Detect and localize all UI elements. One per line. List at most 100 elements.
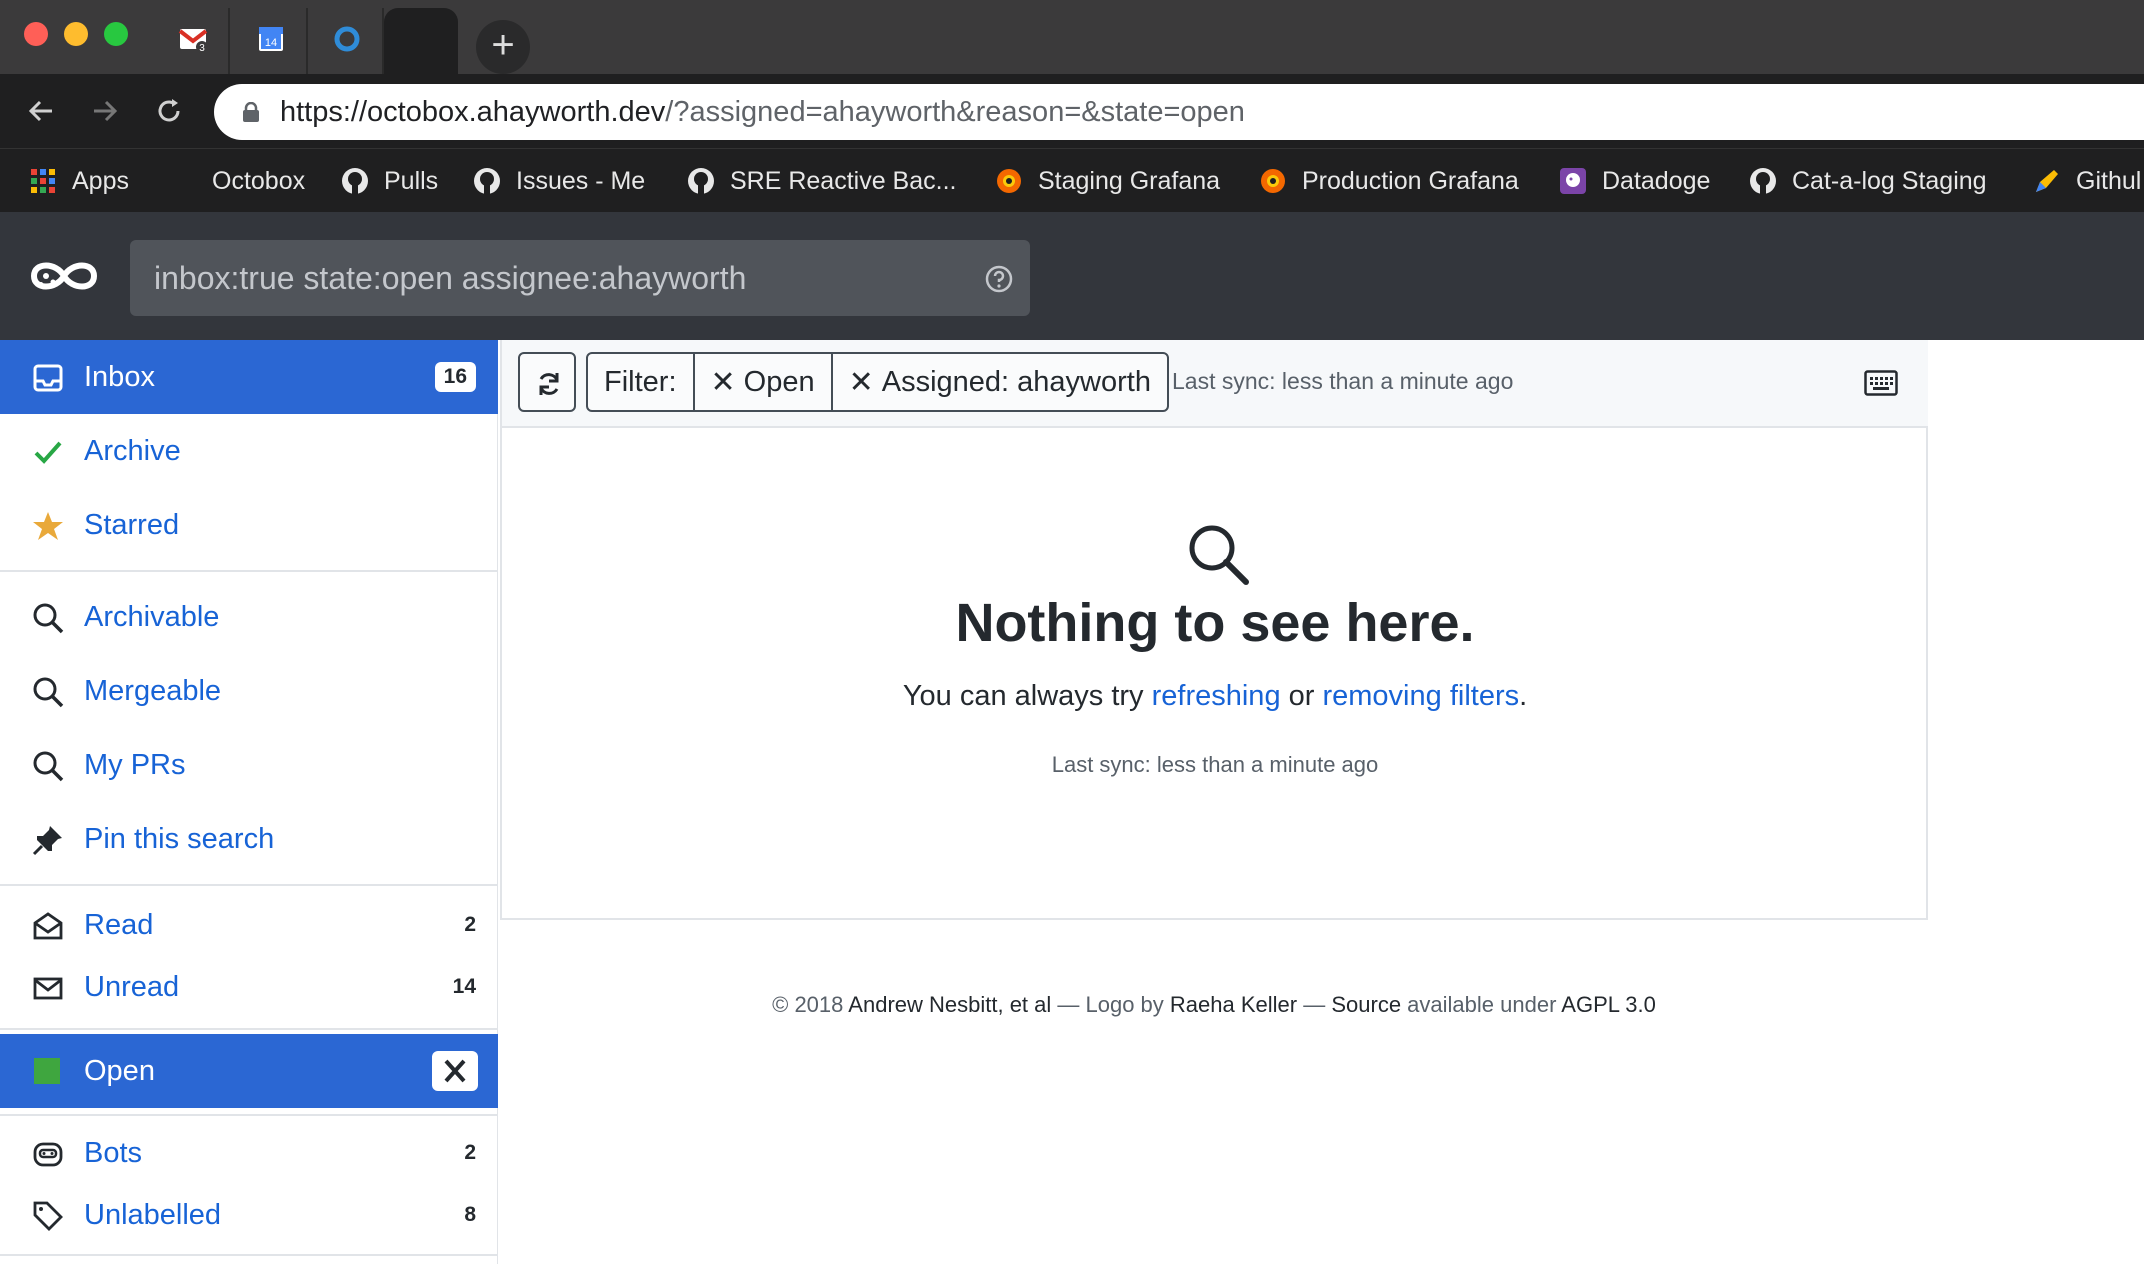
tab-octobox[interactable] [384,8,458,74]
bookmark-octobox[interactable]: Octobox [212,161,305,201]
sidebar-item-label: Unread [84,970,180,1003]
bookmark-pulls[interactable]: Pulls [340,161,438,201]
reload-button[interactable] [146,88,192,134]
sidebar-item-label: Read [84,908,154,941]
footer-sep: — [1297,992,1332,1017]
bookmark-label: Githul [2076,166,2142,195]
footer-license-link[interactable]: AGPL 3.0 [1561,992,1656,1017]
sidebar-item-archivable[interactable]: Archivable [0,580,498,654]
sidebar: Inbox 16 Archive Starred Archivable Merg… [0,340,498,1264]
footer-copyright: © 2018 [772,992,849,1017]
grafana-icon [997,169,1021,193]
github-icon [688,168,714,194]
sidebar-divider [0,570,498,572]
open-state-square-icon [34,1058,60,1084]
browser-tabstrip: 3 14 + [0,0,2144,74]
arrow-left-icon [28,100,52,122]
inbox-count-badge: 16 [434,362,476,392]
footer-logo-author-link[interactable]: Raeha Keller [1170,992,1297,1017]
ring-icon [334,26,360,52]
minimize-window-button[interactable] [64,22,88,46]
bookmark-apps[interactable]: Apps [28,161,129,201]
browser-navbar: https://octobox.ahayworth.dev/?assigned=… [0,74,2144,148]
url-host: https://octobox.ahayworth.dev [280,96,666,128]
bookmark-production-grafana[interactable]: Production Grafana [1258,161,1519,201]
gmail-icon: 3 [178,29,208,54]
sidebar-item-label: Archivable [84,600,220,633]
lock-icon [243,102,259,122]
filter-chip-assigned[interactable]: ✕ Assigned: ahayworth [833,354,1167,410]
bookmark-sre-reactive[interactable]: SRE Reactive Bac... [686,161,956,201]
bookmark-issues-me[interactable]: Issues - Me [472,161,645,201]
github-icon [1750,168,1776,194]
sidebar-item-pin-search[interactable]: Pin this search [0,802,498,876]
pen-icon [2036,170,2058,192]
bots-count: 2 [464,1141,476,1164]
envelope-icon [33,977,63,1000]
address-bar[interactable]: https://octobox.ahayworth.dev/?assigned=… [214,84,2144,140]
bookmark-datadoge[interactable]: Datadoge [1558,161,1710,201]
search-icon [33,677,64,708]
apps-grid-icon [31,169,55,193]
github-icon [342,168,368,194]
footer-source-link[interactable]: Source [1331,992,1401,1017]
octobox-logo-icon[interactable] [28,252,100,300]
bookmark-label: Pulls [384,166,439,195]
sidebar-item-archive[interactable]: Archive [0,414,498,488]
refresh-link[interactable]: refreshing [1152,680,1281,712]
star-icon [33,512,63,540]
sync-icon [539,373,559,395]
bookmark-label: Staging Grafana [1038,166,1221,195]
keyboard-icon[interactable] [1864,370,1898,396]
sidebar-item-starred[interactable]: Starred [0,488,498,562]
calendar-day: 14 [265,37,277,49]
sidebar-item-label: Open [84,1054,155,1087]
forward-button[interactable] [82,88,128,134]
bot-icon [33,1142,63,1167]
empty-state-last-sync: Last sync: less than a minute ago [1051,752,1379,777]
hint-suffix: . [1519,680,1528,712]
sidebar-item-label: Pin this search [84,822,275,855]
close-window-button[interactable] [24,22,48,46]
footer-available: available under [1401,992,1562,1017]
tab-gmail[interactable]: 3 [156,8,230,74]
envelope-open-icon [33,912,63,940]
bookmark-label: Datadoge [1602,166,1711,195]
tab-calendar[interactable]: 14 [234,8,308,74]
sidebar-item-unlabelled[interactable]: Unlabelled 8 [0,1178,498,1252]
filter-chip-open[interactable]: ✕ Open [695,354,833,410]
filter-chip-label: Open [743,365,815,398]
remove-filters-link[interactable]: removing filters [1322,680,1519,712]
filter-chip-label: Assigned: ahayworth [881,365,1151,398]
remove-open-filter-button[interactable] [432,1051,478,1091]
check-icon [34,441,62,464]
bookmark-github[interactable]: Githul [2032,161,2141,201]
footer-authors-link[interactable]: Andrew Nesbitt, et al [848,992,1051,1017]
help-icon[interactable] [984,264,1014,294]
empty-state-hint: You can always try refreshing or removin… [502,680,1928,713]
sidebar-item-unread[interactable]: Unread 14 [0,950,498,1024]
tab-circle-app[interactable] [310,8,384,74]
close-icon: ✕ [848,365,874,399]
sidebar-item-label: Unlabelled [84,1198,222,1231]
search-icon [33,751,64,782]
bookmark-cat-a-log[interactable]: Cat-a-log Staging [1748,161,1987,201]
refresh-button[interactable] [518,352,576,412]
hint-middle: or [1280,680,1323,712]
pin-icon [32,826,62,856]
sidebar-item-inbox[interactable]: Inbox 16 [0,340,498,414]
sidebar-item-label: My PRs [84,748,186,781]
bookmark-staging-grafana[interactable]: Staging Grafana [994,161,1220,201]
last-sync-text: Last sync: less than a minute ago [1172,368,1514,394]
search-input[interactable] [154,240,974,316]
calendar-icon: 14 [259,27,283,51]
back-button[interactable] [18,88,64,134]
bookmark-label: Issues - Me [516,166,646,195]
unlabelled-count: 8 [464,1203,476,1226]
sidebar-item-open[interactable]: Open [0,1034,498,1108]
sidebar-item-mergeable[interactable]: Mergeable [0,654,498,728]
sidebar-item-my-prs[interactable]: My PRs [0,728,498,802]
bookmark-label: Production Grafana [1302,166,1519,195]
new-tab-button[interactable]: + [476,20,530,74]
zoom-window-button[interactable] [104,22,128,46]
